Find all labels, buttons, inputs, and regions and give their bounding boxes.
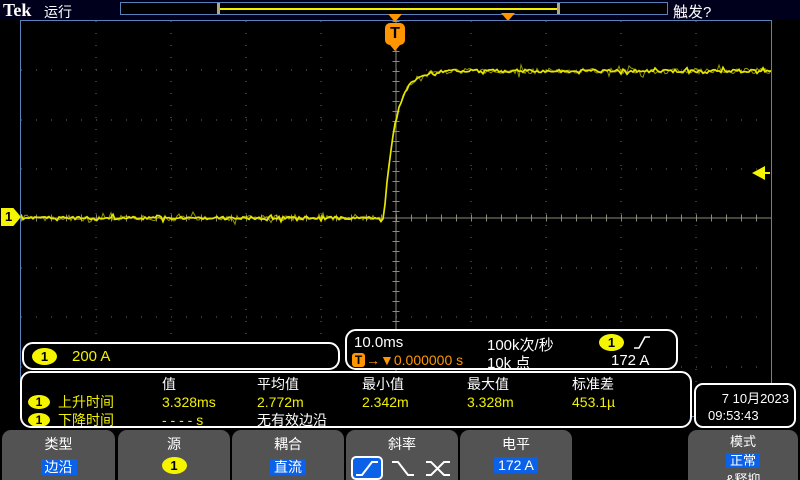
slope-rising-icon[interactable] xyxy=(351,456,383,480)
measurements-panel: 值平均值最小值最大值标准差 1 上升时间 3.328ms2.772m2.342m3.… xyxy=(20,371,692,428)
trigger-status-text: 触发? xyxy=(673,1,711,22)
menu-trigger-coupling[interactable]: 耦合 直流 xyxy=(232,430,344,480)
timebase-trigger-readout: 10.0ms 100k次/秒 1 T →▼0.000000 s 10k 点 17… xyxy=(345,329,678,370)
slope-falling-icon[interactable] xyxy=(389,458,417,478)
trigger-level-marker-tail xyxy=(762,172,770,174)
measurement-channel-badge: 1 xyxy=(28,413,50,427)
measurement-header: 值 xyxy=(162,374,257,394)
measurement-value: 453.1µ xyxy=(572,394,690,410)
menu-type-label: 类型 xyxy=(2,434,115,454)
menu-mode-value: 正常 xyxy=(726,453,760,468)
measurement-value: 无有效边沿 xyxy=(257,410,362,428)
trigger-slope-rising-icon xyxy=(634,335,651,350)
menu-mode-value2: &释抑 xyxy=(688,469,798,480)
measurement-channel-badge: 1 xyxy=(28,395,50,409)
measurement-value: 2.772m xyxy=(257,394,362,410)
menu-source-channel-badge: 1 xyxy=(162,457,187,474)
window-bracket-right-icon xyxy=(557,3,560,14)
menu-coupling-value: 直流 xyxy=(270,459,306,475)
measurement-label: 上升时间 xyxy=(58,392,114,412)
date-text: 7 10月2023 xyxy=(696,385,794,407)
measurement-header: 标准差 xyxy=(572,374,690,394)
tek-logo: Tek xyxy=(3,0,31,21)
measurement-value: 3.328ms xyxy=(162,394,257,410)
measurement-label: 下降时间 xyxy=(58,410,114,428)
channel-scale: 200 A xyxy=(72,348,110,365)
measurement-header: 最大值 xyxy=(467,374,572,394)
menu-trigger-level[interactable]: 电平 172 A xyxy=(460,430,572,480)
window-bracket-left-icon xyxy=(217,3,220,14)
channel1-position-marker[interactable]: 1 xyxy=(1,208,21,226)
oscilloscope-screen: Tek 运行 触发? T 1 1 200 A 10.0ms 100k次/秒 1 xyxy=(0,0,800,480)
menu-trigger-slope[interactable]: 斜率 xyxy=(346,430,458,480)
menu-source-label: 源 xyxy=(118,434,230,454)
measurement-value: - - - - s xyxy=(162,412,257,428)
trigger-position-readout: T →▼0.000000 s xyxy=(352,352,463,368)
measurement-value: 2.342m xyxy=(362,394,467,410)
measurement-row: 1 上升时间 3.328ms2.772m2.342m3.328m453.1µ xyxy=(22,392,690,410)
menu-level-value: 172 A xyxy=(494,457,538,473)
trigger-source-badge: 1 xyxy=(599,334,624,351)
channel-badge: 1 xyxy=(32,348,57,365)
measurement-value: 3.328m xyxy=(467,394,572,410)
datetime-panel: 7 10月2023 09:53:43 xyxy=(694,383,796,428)
channel-readout: 1 200 A xyxy=(22,342,340,370)
trigger-position-value: →▼0.000000 s xyxy=(366,352,463,368)
measurement-header-row: 值平均值最小值最大值标准差 xyxy=(22,374,690,392)
menu-type-value: 边沿 xyxy=(41,459,77,475)
measurement-row: 1 下降时间 - - - - s无有效边沿 xyxy=(22,410,690,428)
menu-mode-label: 模式 xyxy=(688,431,798,450)
menu-trigger-mode[interactable]: 模式 正常 &释抑 xyxy=(688,430,798,480)
measurement-header: 平均值 xyxy=(257,374,362,394)
slope-both-icon[interactable] xyxy=(423,458,453,478)
record-length: 10k 点 xyxy=(487,352,530,373)
trigger-level-readout: 172 A xyxy=(611,352,649,369)
menu-slope-label: 斜率 xyxy=(346,434,458,454)
menu-level-label: 电平 xyxy=(460,434,572,454)
time-per-division: 10.0ms xyxy=(354,334,403,351)
trigger-position-arrow-icon xyxy=(388,14,402,22)
time-text: 09:53:43 xyxy=(696,407,794,423)
menu-coupling-label: 耦合 xyxy=(232,434,344,454)
trigger-t-icon: T xyxy=(352,353,365,367)
trigger-position-flag-icon[interactable]: T xyxy=(385,23,405,45)
measurement-header: 最小值 xyxy=(362,374,467,394)
menu-trigger-type[interactable]: 类型 边沿 xyxy=(2,430,115,480)
acquisition-status: 运行 xyxy=(44,2,72,22)
record-window-line xyxy=(219,8,559,10)
menu-trigger-source[interactable]: 源 1 xyxy=(118,430,230,480)
